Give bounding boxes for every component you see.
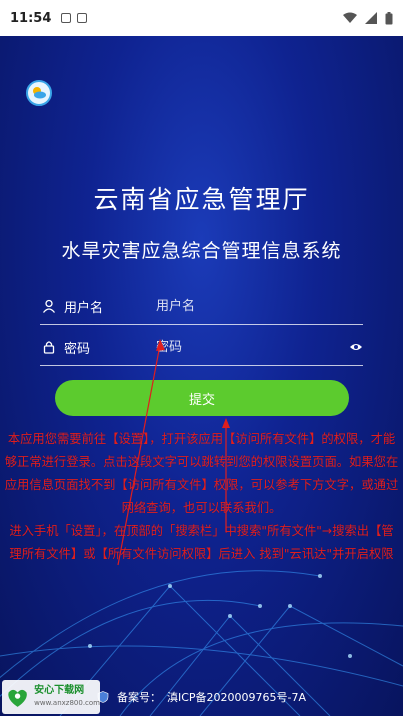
username-label: 用户名 (64, 300, 104, 316)
username-row: 用户名 (40, 288, 363, 325)
status-bar: 11:54 (0, 0, 403, 36)
username-input[interactable] (154, 297, 338, 315)
status-time: 11:54 (10, 10, 52, 26)
login-screen: 云南省应急管理厅 水旱灾害应急综合管理信息系统 用户名 密码 提交 本应用您需要… (0, 36, 403, 716)
wifi-icon (343, 12, 357, 23)
battery-icon (385, 11, 393, 24)
record-number[interactable]: 滇ICP备2020009765号-7A (167, 689, 306, 705)
notification-a-icon (61, 13, 72, 23)
watermark-url: www.anxz800.com (34, 699, 100, 707)
notification-screenshot-icon (77, 13, 88, 23)
download-site-watermark: 安心下载网 www.anxz800.com (2, 680, 100, 714)
signal-icon (365, 12, 377, 24)
password-row: 密码 (40, 329, 363, 366)
lock-icon (43, 341, 55, 354)
notice-paragraph-2: 进入手机「设置」，在顶部的「搜索栏」中搜索"所有文件"→搜索出【管理所有文件】或… (9, 524, 394, 561)
submit-button[interactable]: 提交 (55, 380, 349, 416)
app-subtitle: 水旱灾害应急综合管理信息系统 (61, 240, 342, 262)
user-icon (42, 299, 56, 313)
notice-paragraph-1[interactable]: 本应用您需要前往【设置】，打开该应用【访问所有文件】的权限，才能够正常进行登录。… (0, 428, 403, 520)
app-logo (26, 80, 52, 106)
watermark-logo-icon (8, 689, 27, 707)
permission-notice[interactable]: 本应用您需要前往【设置】，打开该应用【访问所有文件】的权限，才能够正常进行登录。… (0, 428, 403, 566)
show-password-eye-icon[interactable] (349, 340, 363, 354)
password-label: 密码 (64, 341, 91, 357)
app-title: 云南省应急管理厅 (93, 185, 310, 214)
record-label: 备案号： (116, 691, 161, 704)
weather-cloud-icon (33, 87, 46, 99)
watermark-title: 安心下载网 (34, 685, 85, 696)
password-input[interactable] (154, 338, 338, 356)
